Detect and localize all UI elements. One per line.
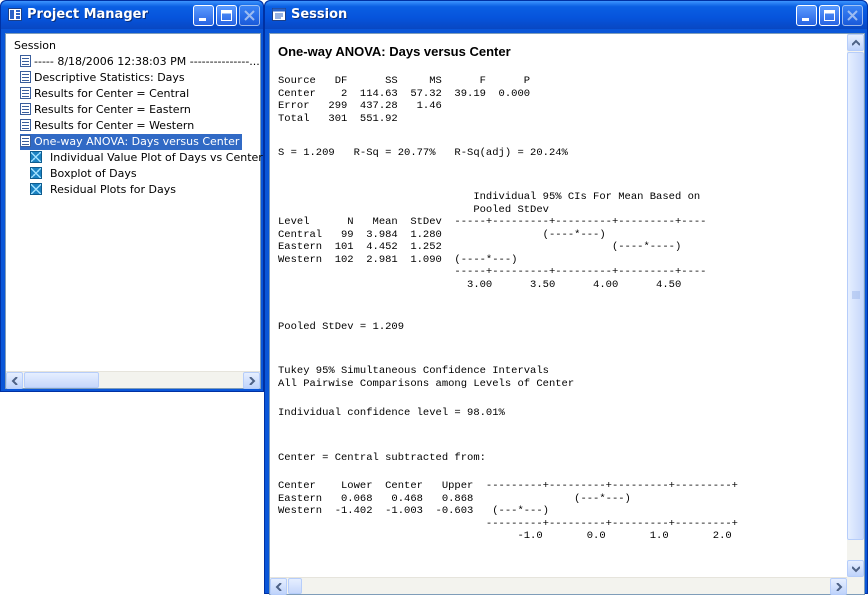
maximize-icon (221, 10, 232, 21)
document-icon (20, 71, 31, 83)
arrow-left-icon (275, 583, 282, 591)
tree-root-session[interactable]: Session (8, 38, 260, 53)
arrow-right-icon (836, 583, 843, 591)
project-tree-panel: Session ----- 8/18/2006 12:38:03 PM ----… (5, 33, 263, 389)
graph-icon (30, 183, 42, 195)
tree-item-boxplot[interactable]: Boxplot of Days (30, 166, 137, 182)
tree-item-label: Results for Center = Western (34, 119, 195, 132)
arrow-left-icon (11, 377, 18, 385)
scroll-down-button[interactable] (847, 560, 864, 577)
close-button[interactable] (239, 5, 260, 26)
session-window: Session One-way ANOVA: Days versus Cente… (264, 0, 868, 595)
tree-item-results-central[interactable]: Results for Center = Central (20, 86, 189, 102)
size-grip[interactable] (847, 577, 864, 594)
tree-item-label: ----- 8/18/2006 12:38:03 PM ------------… (34, 55, 260, 68)
minimize-icon (802, 18, 809, 21)
tree-horizontal-scrollbar[interactable] (6, 371, 260, 389)
document-icon (20, 119, 31, 131)
scroll-left-button[interactable] (270, 578, 287, 595)
session-horizontal-scrollbar[interactable] (270, 577, 847, 595)
tukey-header: Tukey 95% Simultaneous Confidence Interv… (278, 365, 575, 390)
scroll-thumb[interactable] (24, 372, 99, 388)
confidence-level: Individual confidence level = 98.01% (278, 407, 505, 419)
tree-item-results-western[interactable]: Results for Center = Western (20, 118, 194, 134)
pooled-stdev: Pooled StDev = 1.209 (278, 321, 405, 333)
maximize-button[interactable] (819, 5, 840, 26)
arrow-down-icon (852, 566, 860, 573)
minimize-icon (199, 18, 206, 21)
maximize-icon (824, 10, 835, 21)
scroll-thumb[interactable] (847, 52, 864, 540)
scroll-right-button[interactable] (830, 578, 847, 595)
session-output-panel[interactable]: One-way ANOVA: Days versus Center Source… (269, 33, 865, 595)
tree-item-label: Boxplot of Days (50, 167, 137, 180)
tree-item-results-eastern[interactable]: Results for Center = Eastern (20, 102, 191, 118)
minimize-button[interactable] (193, 5, 214, 26)
close-icon (244, 10, 255, 21)
close-button[interactable] (842, 5, 863, 26)
graph-icon (30, 167, 42, 179)
subtracted-from: Center = Central subtracted from: (278, 452, 486, 464)
window-title: Session (291, 7, 348, 22)
document-icon (20, 87, 31, 99)
close-icon (847, 10, 858, 21)
window-title: Project Manager (27, 7, 148, 22)
session-icon (272, 8, 286, 21)
project-manager-titlebar[interactable]: Project Manager (1, 1, 263, 29)
scroll-right-button[interactable] (243, 372, 260, 389)
tree-item-label: One-way ANOVA: Days versus Center (34, 135, 240, 148)
tree-item-label: Residual Plots for Days (50, 183, 176, 196)
scroll-up-button[interactable] (847, 34, 864, 51)
minimize-button[interactable] (796, 5, 817, 26)
grip-icon (852, 291, 860, 299)
project-manager-icon (8, 8, 22, 21)
tree-item-residual-plots[interactable]: Residual Plots for Days (30, 182, 176, 198)
tree-item-descriptive-statistics[interactable]: Descriptive Statistics: Days (20, 70, 185, 86)
project-manager-window: Project Manager Session ----- 8/18/2006 … (0, 0, 264, 392)
confidence-interval-table: Individual 95% CIs For Mean Based on Poo… (278, 191, 707, 291)
document-icon (20, 55, 31, 67)
document-icon (20, 135, 31, 147)
arrow-up-icon (852, 39, 860, 46)
arrow-right-icon (249, 377, 256, 385)
tree-item-label: Results for Center = Central (34, 87, 190, 100)
tree-item-label: Results for Center = Eastern (34, 103, 191, 116)
session-vertical-scrollbar[interactable] (847, 34, 864, 577)
tree-item-label: Descriptive Statistics: Days (34, 71, 185, 84)
scroll-left-button[interactable] (6, 372, 23, 389)
tukey-table: Center Lower Center Upper ---------+----… (278, 480, 738, 542)
tree-item-session-timestamp[interactable]: ----- 8/18/2006 12:38:03 PM ------------… (20, 54, 260, 70)
tree-item-individual-value-plot[interactable]: Individual Value Plot of Days vs Center (30, 150, 263, 166)
document-icon (20, 103, 31, 115)
tree-item-oneway-anova[interactable]: One-way ANOVA: Days versus Center (20, 134, 243, 150)
tree-item-label: Individual Value Plot of Days vs Center (50, 151, 263, 164)
session-titlebar[interactable]: Session (265, 1, 867, 29)
analysis-heading: One-way ANOVA: Days versus Center (278, 44, 511, 59)
scroll-thumb[interactable] (288, 578, 302, 594)
maximize-button[interactable] (216, 5, 237, 26)
graph-icon (30, 151, 42, 163)
fit-statistics: S = 1.209 R-Sq = 20.77% R-Sq(adj) = 20.2… (278, 147, 568, 159)
anova-table: Source DF SS MS F P Center 2 114.63 57.3… (278, 75, 531, 125)
